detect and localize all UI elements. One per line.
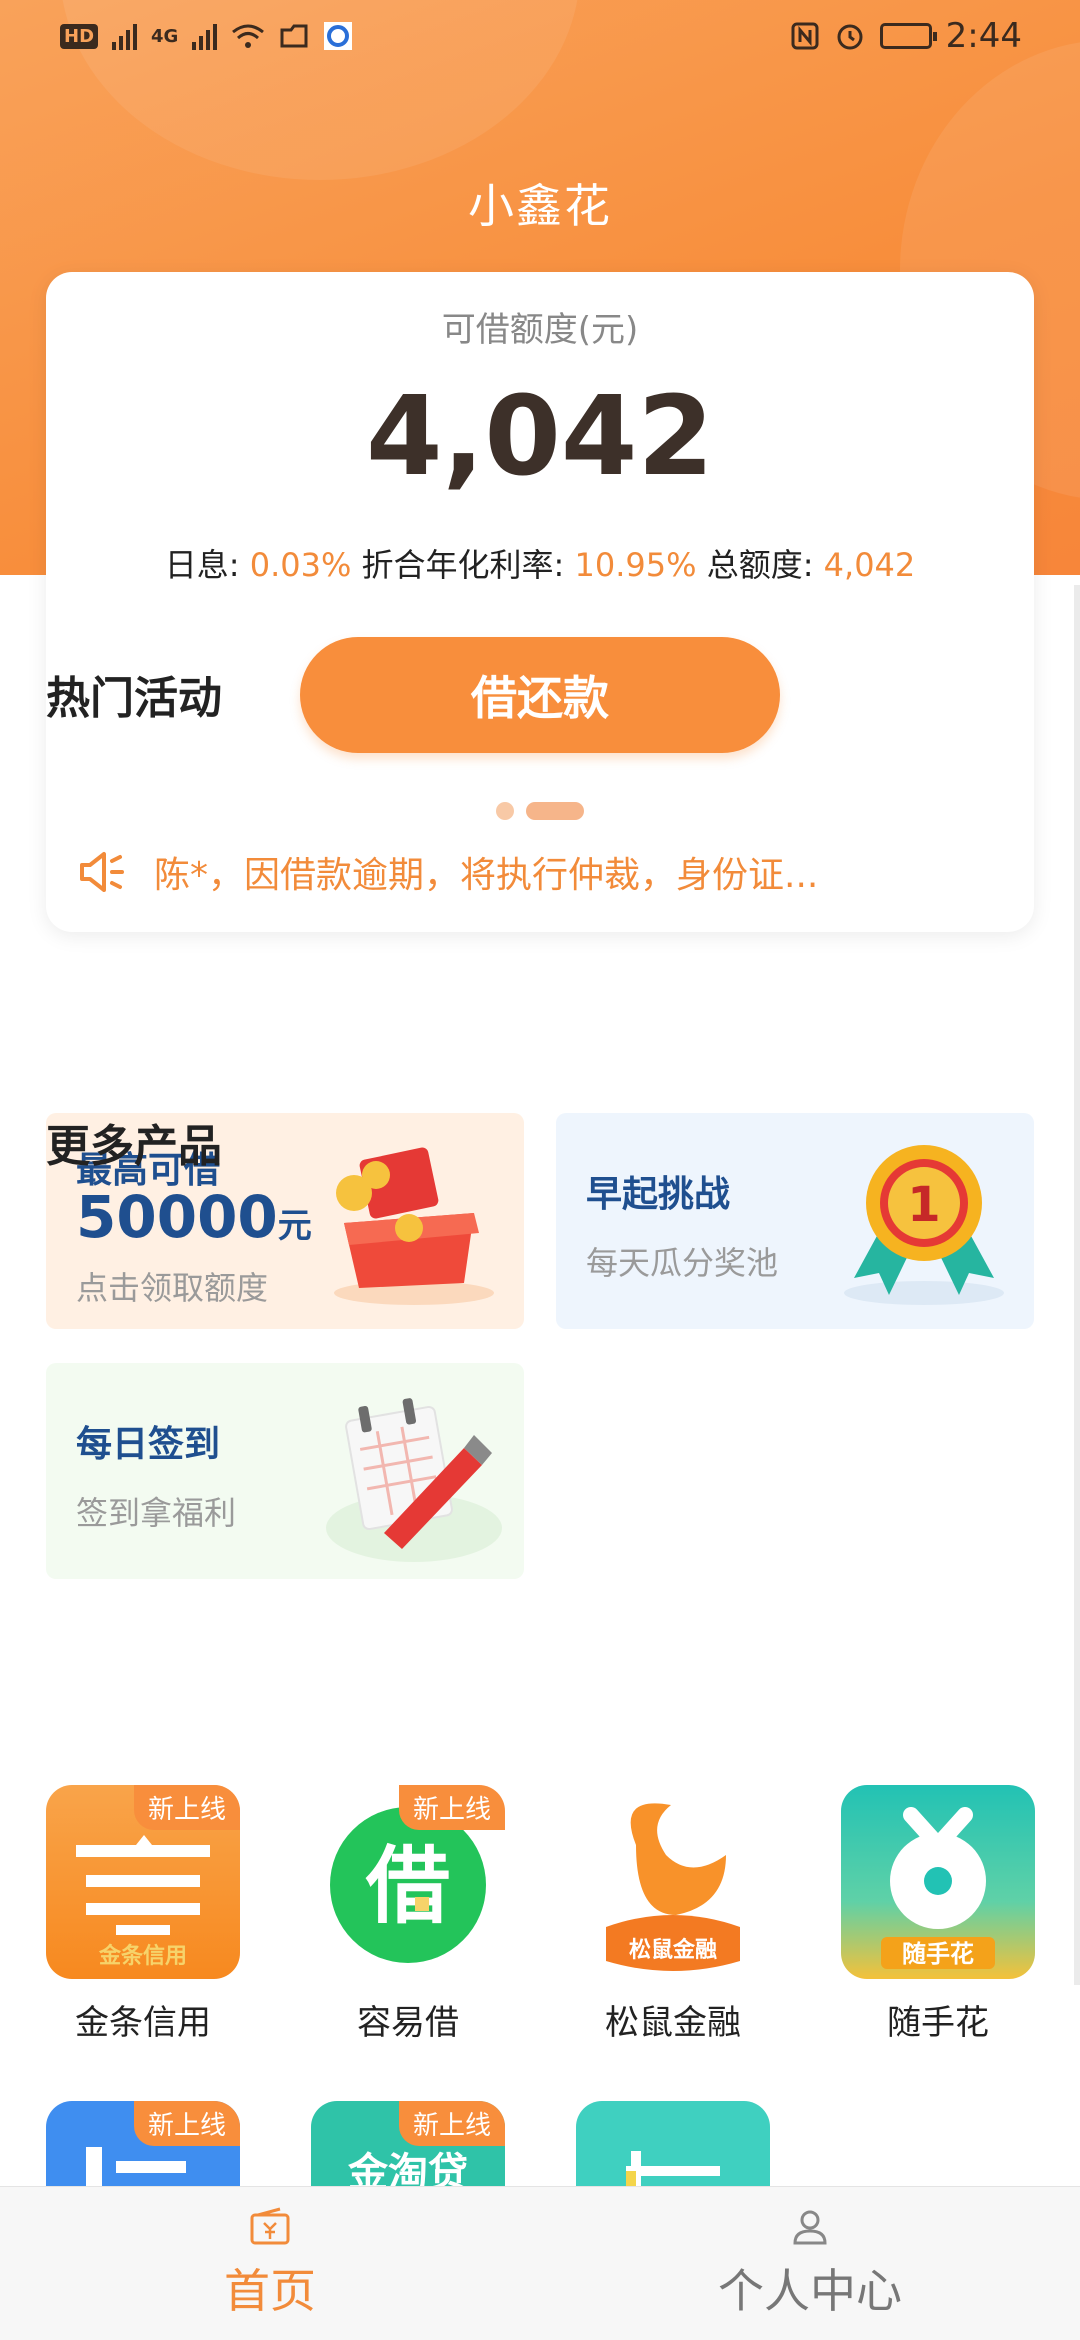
annual-rate-label: 折合年化利率: [351,546,575,584]
tab-profile-label: 个人中心 [718,2264,902,2318]
activity-title: 早起挑战 [586,1174,731,1215]
bottom-tab-bar: 首页 个人中心 [0,2186,1080,2340]
svg-text:随手花: 随手花 [902,1940,974,1968]
daily-rate-value: 0.03% [249,546,352,584]
network-type: 4G [151,25,179,47]
activity-subtitle: 点击领取额度 [76,1269,269,1307]
speaker-icon [80,852,124,892]
svg-text:借: 借 [365,1837,450,1935]
notice-bar[interactable]: 陈*，因借款逾期，将执行仲裁，身份证... [76,832,1004,912]
app-notification-icon [324,22,353,50]
product-jintiao[interactable]: 新上线 金条信用 金条信用 [46,1785,240,2044]
svg-text:松鼠金融: 松鼠金融 [629,1937,717,1963]
activities-title: 热门活动 [46,673,222,724]
signal-icon-2 [192,22,218,50]
product-icon: 新上线 [46,2101,240,2186]
battery-icon [879,23,937,49]
product-name: 随手花 [887,2003,989,2043]
product-row2-2[interactable]: 新上线 金淘贷 [311,2101,505,2186]
activity-title: 每日签到 [76,1424,221,1465]
clock: 2:44 [945,16,1022,56]
status-bar: HD 4G 2:44 [0,0,1080,72]
product-name: 容易借 [357,2003,459,2043]
activity-subtitle: 每天瓜分奖池 [586,1244,779,1282]
credit-amount: 4,042 [366,372,714,500]
svg-text:金淘贷: 金淘贷 [347,2150,468,2186]
product-name: 松鼠金融 [605,2003,741,2043]
activity-early-rise[interactable]: 早起挑战 每天瓜分奖池 1 [556,1113,1034,1329]
product-row2-3[interactable] [576,2101,770,2186]
annual-rate-value: 10.95% [574,546,697,584]
app-title: 小鑫花 [468,179,612,233]
svg-text:金条信用: 金条信用 [98,1943,187,1969]
hd-indicator: HD [60,23,99,49]
product-row2-1[interactable]: 新上线 [46,2101,240,2186]
new-badge: 新上线 [398,1785,505,1830]
product-rongyijie[interactable]: 新上线 借 容易借 [311,1785,505,2044]
credit-label: 可借额度(元) [441,310,639,350]
product-icon: 新上线 借 [311,1785,505,1979]
folder-icon [280,24,308,48]
alarm-icon [837,24,863,50]
activity-subtitle: 签到拿福利 [76,1494,237,1532]
squirrel-logo-icon: 松鼠金融 [606,1803,740,1971]
product-icon: 松鼠金融 [576,1785,770,1979]
tab-home-label: 首页 [224,2264,316,2318]
medal-icon: 1 [844,1145,1004,1305]
suishouhua-logo-icon: 随手花 [881,1807,995,1969]
borrow-repay-button[interactable]: 借还款 [300,637,780,753]
product-logo-icon [626,2151,720,2186]
product-name: 金条信用 [75,2003,211,2043]
credit-card: 可借额度(元) 4,042 日息: 0.03% 折合年化利率: 10.95% 总… [46,272,1034,932]
carousel-dots [46,802,1034,820]
activity-daily-checkin[interactable]: 每日签到 签到拿福利 [46,1363,524,1579]
total-label: 总额度: [696,546,824,584]
new-badge: 新上线 [133,1785,240,1830]
user-icon [793,2210,827,2245]
product-icon: 新上线 金淘贷 [311,2101,505,2186]
tab-profile[interactable]: 个人中心 [540,2187,1080,2340]
scrollbar[interactable] [1074,585,1080,1985]
gift-box-icon [334,1147,494,1305]
product-icon [576,2101,770,2186]
product-suishouhua[interactable]: 随手花 随手花 [841,1785,1035,2044]
svg-text:1: 1 [907,1177,940,1233]
daily-rate-label: 日息: [164,546,250,584]
nfc-icon [791,22,819,50]
activity-amount: 50000元 [76,1183,312,1251]
wifi-icon [232,24,265,48]
signal-icon [112,22,138,50]
product-songshu[interactable]: 松鼠金融 松鼠金融 [576,1785,770,2044]
notice-text: 陈*，因借款逾期，将执行仲裁，身份证... [154,855,819,896]
total-value: 4,042 [823,546,916,584]
products-title: 更多产品 [46,1121,222,1172]
product-icon: 新上线 金条信用 [46,1785,240,1979]
carousel-dot-active [526,802,584,820]
new-badge: 新上线 [133,2101,240,2146]
rate-line: 日息: 0.03% 折合年化利率: 10.95% 总额度: 4,042 [46,540,1034,586]
wallet-icon [250,2207,290,2245]
tab-home[interactable]: 首页 [0,2187,540,2340]
calendar-icon [326,1398,502,1562]
product-icon: 随手花 [841,1785,1035,1979]
carousel-dot [496,802,514,820]
new-badge: 新上线 [398,2101,505,2146]
